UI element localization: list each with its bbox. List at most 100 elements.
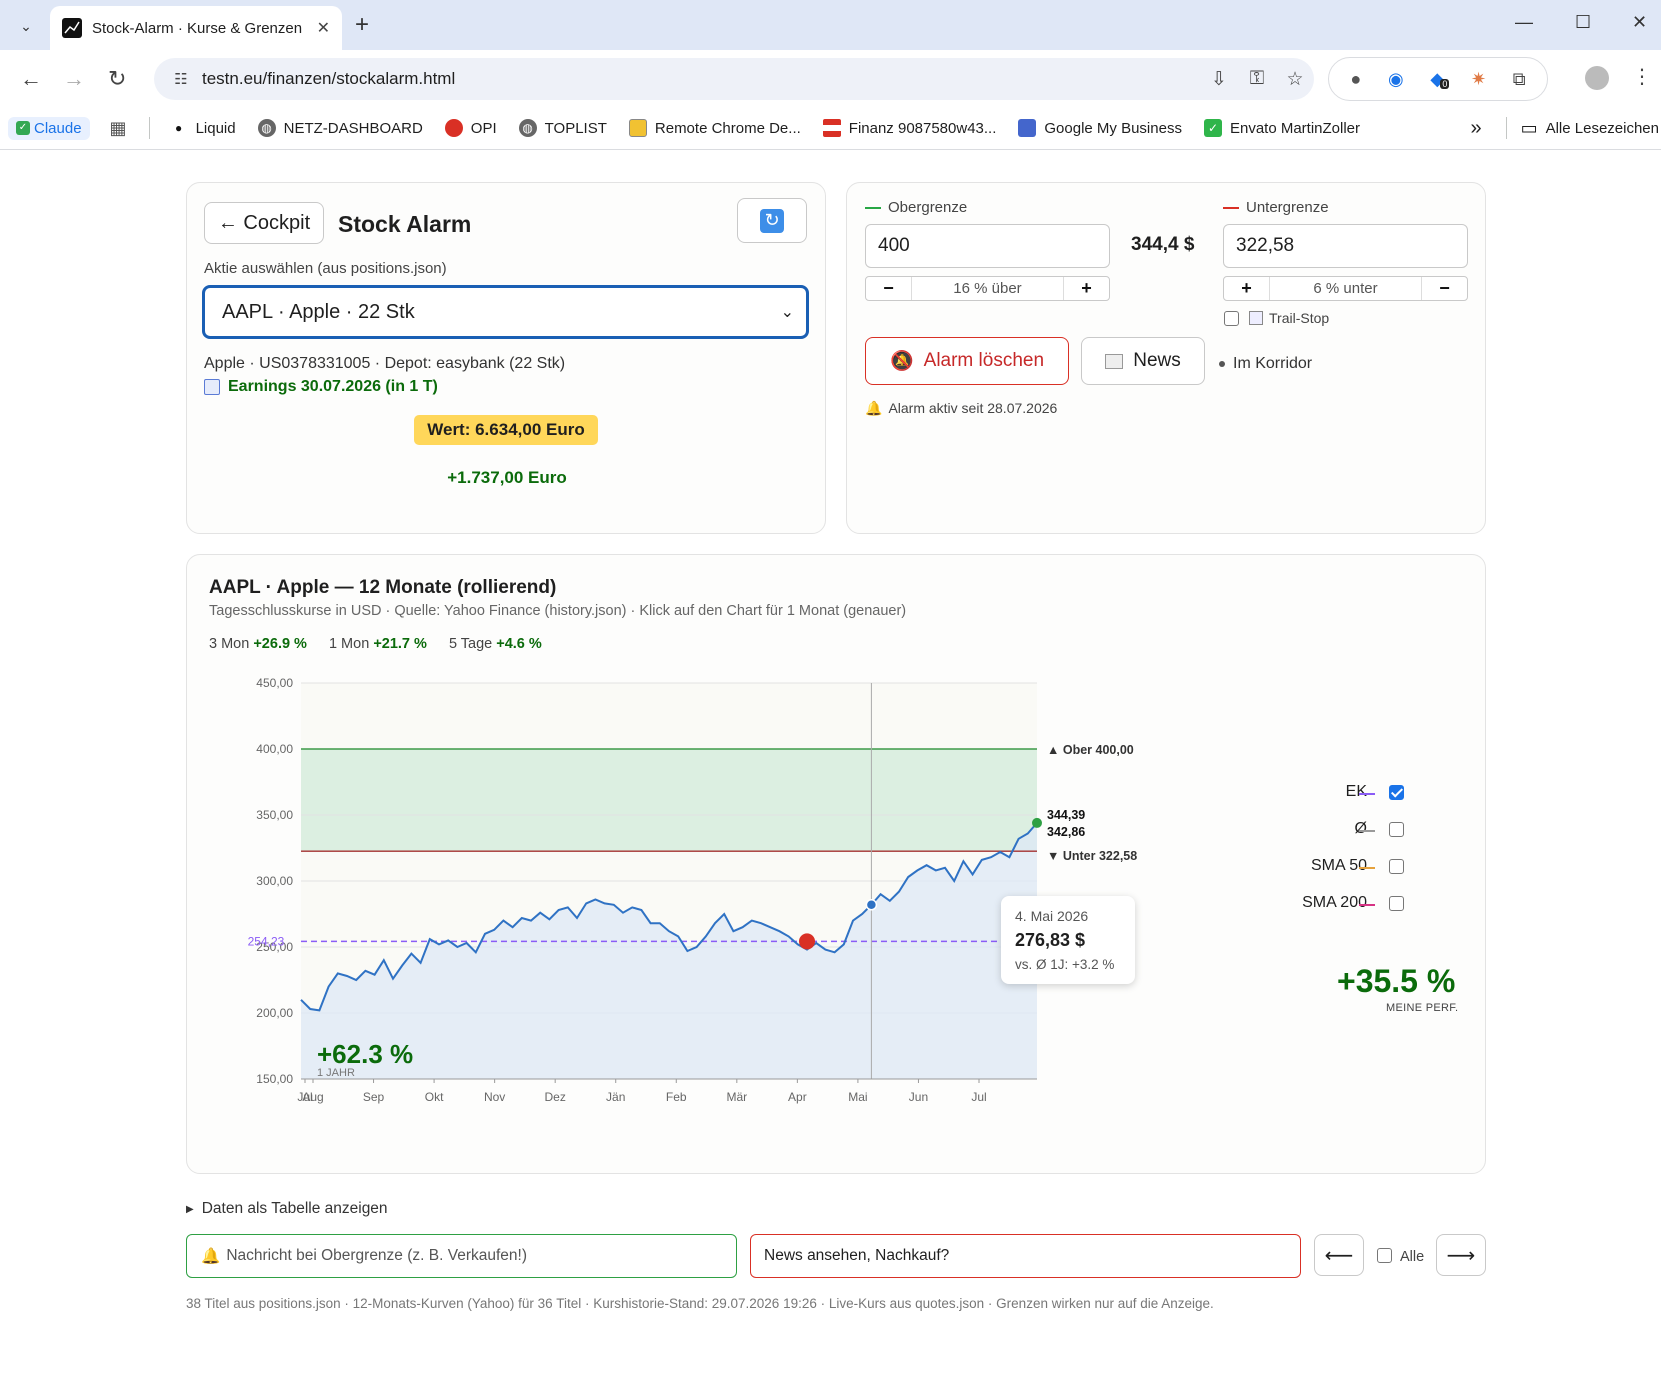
lower-message-input[interactable]: News ansehen, Nachkauf?: [750, 1234, 1301, 1278]
profile-avatar[interactable]: [1585, 66, 1609, 90]
upper-percent-text: 16 % über: [911, 277, 1064, 300]
opi-icon: [444, 119, 463, 137]
x-tick-label: Aug: [302, 1090, 323, 1104]
bookmark-opi[interactable]: OPI: [444, 119, 497, 137]
corridor-status: Im Korridor: [1219, 355, 1312, 373]
news-button[interactable]: News: [1081, 337, 1205, 385]
last-price-point: [1032, 817, 1042, 828]
trail-stop-label: Trail-Stop: [1249, 310, 1329, 326]
extensions-puzzle-icon[interactable]: ⧉: [1513, 69, 1526, 90]
red-line-icon: [1223, 206, 1239, 209]
upper-message-input[interactable]: 🔔 Nachricht bei Obergrenze (z. B. Verkauf…: [186, 1234, 737, 1278]
refresh-button[interactable]: ↻: [737, 198, 807, 243]
extension-bulb-icon[interactable]: ●: [1350, 69, 1361, 90]
perf-value: +21.7 %: [373, 636, 427, 652]
bookmark-google-my-business[interactable]: Google My Business: [1018, 119, 1182, 137]
all-bookmarks-button[interactable]: Alle Lesezeichen: [1546, 120, 1659, 137]
close-window-icon[interactable]: ✕: [1632, 12, 1647, 33]
all-checkbox[interactable]: [1377, 1248, 1392, 1263]
upper-limit-label: Obergrenze: [865, 199, 967, 216]
reload-icon[interactable]: ↻: [108, 66, 126, 92]
bookmark-netz-dashboard[interactable]: ◍ NETZ-DASHBOARD: [257, 119, 423, 137]
toggle-label: Ø: [1354, 820, 1367, 837]
bell-icon: 🔔: [865, 400, 883, 416]
tab-search-button[interactable]: ⌄: [10, 10, 42, 42]
lower-limit-label: ▼ Unter 322,58: [1047, 849, 1137, 863]
maximize-icon[interactable]: ☐: [1575, 12, 1591, 33]
delete-alarm-label: Alarm löschen: [923, 350, 1045, 371]
x-tick-label: Nov: [484, 1090, 505, 1104]
bookmark-separator: [1505, 117, 1507, 139]
price-chart[interactable]: 450,00400,00350,00300,00250,00200,00150,…: [247, 665, 1327, 1165]
bookmark-label: Envato MartinZoller: [1229, 119, 1361, 137]
bookmark-remote-chrome[interactable]: Remote Chrome De...: [628, 119, 801, 137]
more-bookmarks-button[interactable]: »: [1470, 117, 1481, 140]
next-stock-button[interactable]: ⟶: [1436, 1234, 1486, 1276]
perf-label: 3 Mon: [209, 636, 250, 652]
minimize-icon[interactable]: —: [1515, 12, 1533, 33]
bookmark-label: NETZ-DASHBOARD: [283, 119, 423, 137]
trail-stop-checkbox[interactable]: [1224, 311, 1239, 326]
toggle-checkbox[interactable]: [1389, 822, 1404, 837]
news-label: News: [1133, 350, 1181, 371]
page-title: Stock Alarm: [338, 211, 472, 237]
x-tick-label: Okt: [425, 1090, 444, 1104]
browser-chrome: ⌄ Stock-Alarm · Kurse & Grenzen ✕ + — ☐ …: [0, 0, 1661, 150]
perf-3m: 3 Mon +26.9 %: [209, 636, 307, 652]
stock-select-value: AAPL · Apple · 22 Stk: [222, 300, 415, 323]
y-tick-label: 150,00: [256, 1072, 293, 1086]
close-tab-icon[interactable]: ✕: [317, 18, 330, 38]
password-key-icon[interactable]: ⚿: [1238, 68, 1276, 90]
y-tick-label: 300,00: [256, 874, 293, 888]
chart-tooltip: 4. Mai 2026 276,83 $ vs. Ø 1J: +3.2 %: [1001, 896, 1135, 984]
toggle-color-line: [1359, 867, 1375, 869]
apps-grid-icon[interactable]: ▦: [110, 118, 127, 139]
bookmark-star-icon[interactable]: ☆: [1276, 68, 1314, 91]
toggle-checkbox[interactable]: [1389, 896, 1404, 911]
lower-limit-input[interactable]: 322,58: [1223, 224, 1468, 268]
back-arrow-icon[interactable]: ←: [20, 66, 42, 92]
chart-subtitle: Tagesschlusskurse in USD · Quelle: Yahoo…: [209, 603, 907, 619]
new-tab-button[interactable]: +: [355, 12, 369, 38]
extension-claude-icon[interactable]: ✷: [1471, 69, 1486, 90]
browser-menu-icon[interactable]: ⋮: [1632, 64, 1652, 89]
upper-limit-input[interactable]: 400: [865, 224, 1110, 268]
install-app-icon[interactable]: ⇩: [1200, 68, 1238, 91]
refresh-icon: ↻: [760, 208, 784, 233]
show-table-toggle[interactable]: ▶ Daten als Tabelle anzeigen: [186, 1200, 388, 1218]
bell-off-icon: 🔕: [889, 351, 914, 372]
site-info-icon[interactable]: ☷: [164, 70, 198, 88]
previous-stock-button[interactable]: ⟵: [1314, 1234, 1364, 1276]
x-tick-label: Dez: [545, 1090, 566, 1104]
stock-select[interactable]: AAPL · Apple · 22 Stk ⌄: [203, 286, 808, 338]
bookmark-envato[interactable]: ✓ Envato MartinZoller: [1203, 119, 1361, 137]
lower-limit-label: Untergrenze: [1223, 199, 1329, 216]
corridor-status-text: Im Korridor: [1233, 355, 1313, 372]
back-to-cockpit-button[interactable]: ← Cockpit: [204, 202, 324, 244]
status-dot-icon: [1219, 360, 1225, 367]
delete-alarm-button[interactable]: 🔕 Alarm löschen: [865, 337, 1069, 385]
toggle-checkbox[interactable]: [1389, 859, 1404, 874]
forward-arrow-icon[interactable]: →: [63, 66, 85, 92]
my-performance: +35.5 %: [1337, 963, 1456, 999]
active-tab[interactable]: Stock-Alarm · Kurse & Grenzen ✕: [50, 6, 342, 50]
toggle-checkbox[interactable]: [1389, 785, 1404, 800]
address-bar[interactable]: ☷ testn.eu/finanzen/stockalarm.html ⇩ ⚿ …: [154, 58, 1314, 100]
alarm-active-since: 🔔 Alarm aktiv seit 28.07.2026: [865, 400, 1057, 417]
bookmark-label: OPI: [470, 119, 497, 137]
bookmark-finanz[interactable]: Finanz 9087580w43...: [822, 119, 996, 137]
extension-badge-icon[interactable]: ◆ 0: [1430, 69, 1450, 90]
lower-decrease-button[interactable]: −: [1422, 277, 1467, 300]
year-performance: +62.3 %: [317, 1039, 413, 1069]
toggle-label: SMA 200: [1302, 894, 1367, 911]
extension-blue-icon[interactable]: ◉: [1388, 69, 1404, 90]
lower-increase-button[interactable]: +: [1224, 277, 1269, 300]
x-tick-label: Jun: [909, 1090, 928, 1104]
bookmark-claude[interactable]: ✓ Claude: [8, 116, 90, 140]
perf-label: 1 Mon: [328, 636, 370, 652]
upper-decrease-button[interactable]: −: [866, 277, 911, 300]
url-text[interactable]: testn.eu/finanzen/stockalarm.html: [198, 69, 1200, 89]
bookmark-liquid[interactable]: ● Liquid: [170, 119, 236, 137]
upper-increase-button[interactable]: +: [1064, 277, 1109, 300]
bookmark-toplist[interactable]: ◍ TOPLIST: [518, 119, 607, 137]
